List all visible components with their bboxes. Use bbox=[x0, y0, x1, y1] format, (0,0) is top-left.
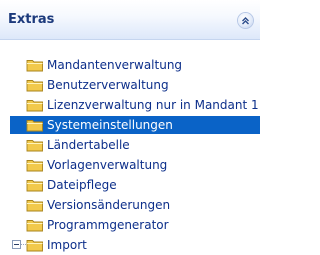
tree-item-label: Versionsänderungen bbox=[47, 198, 171, 212]
tree-item-mandantenverwaltung[interactable]: Mandantenverwaltung bbox=[0, 55, 260, 75]
panel-title: Extras bbox=[8, 12, 55, 27]
tree-item-versionsaenderungen[interactable]: Versionsänderungen bbox=[0, 195, 260, 215]
tree-collapse-toggle[interactable] bbox=[12, 240, 21, 249]
tree-item-label: Systemeinstellungen bbox=[47, 118, 173, 132]
tree-item-label: Dateipflege bbox=[47, 178, 117, 192]
tree-item-benutzerverwaltung[interactable]: Benutzerverwaltung bbox=[0, 75, 260, 95]
folder-icon bbox=[26, 160, 43, 172]
folder-icon bbox=[26, 120, 43, 132]
folder-icon bbox=[26, 220, 43, 232]
tree-item-systemeinstellungen[interactable]: Systemeinstellungen bbox=[0, 115, 260, 135]
folder-icon bbox=[26, 200, 43, 212]
folder-icon bbox=[26, 80, 43, 92]
tree-item-vorlagenverwaltung[interactable]: Vorlagenverwaltung bbox=[0, 155, 260, 175]
folder-icon bbox=[26, 240, 43, 252]
tree-item-laendertabelle[interactable]: Ländertabelle bbox=[0, 135, 260, 155]
tree-item-dateipflege[interactable]: Dateipflege bbox=[0, 175, 260, 195]
tree-item-label: Mandantenverwaltung bbox=[47, 58, 183, 72]
tree-item-label: Import bbox=[47, 238, 87, 252]
tree-item-label: Vorlagenverwaltung bbox=[47, 158, 168, 172]
chevron-up-icon[interactable] bbox=[238, 13, 253, 28]
tree-item-programmgenerator[interactable]: Programmgenerator bbox=[0, 215, 260, 235]
tree-item-import[interactable]: Import bbox=[0, 235, 260, 255]
folder-icon bbox=[26, 140, 43, 152]
folder-icon bbox=[26, 180, 43, 192]
tree-item-label: Benutzerverwaltung bbox=[47, 78, 169, 92]
tree-item-label: Lizenzverwaltung nur in Mandant 1 bbox=[47, 98, 259, 112]
folder-icon bbox=[26, 100, 43, 112]
folder-icon bbox=[26, 60, 43, 72]
navigation-tree: Mandantenverwaltung Benutzerverwaltung L… bbox=[0, 55, 260, 255]
panel-header[interactable]: Extras bbox=[0, 0, 260, 40]
tree-item-lizenzverwaltung[interactable]: Lizenzverwaltung nur in Mandant 1 bbox=[0, 95, 260, 115]
tree-item-label: Ländertabelle bbox=[47, 138, 130, 152]
extras-panel: Extras Mandantenverwaltung Benutzerverwa… bbox=[0, 0, 260, 253]
tree-item-label: Programmgenerator bbox=[47, 218, 169, 232]
